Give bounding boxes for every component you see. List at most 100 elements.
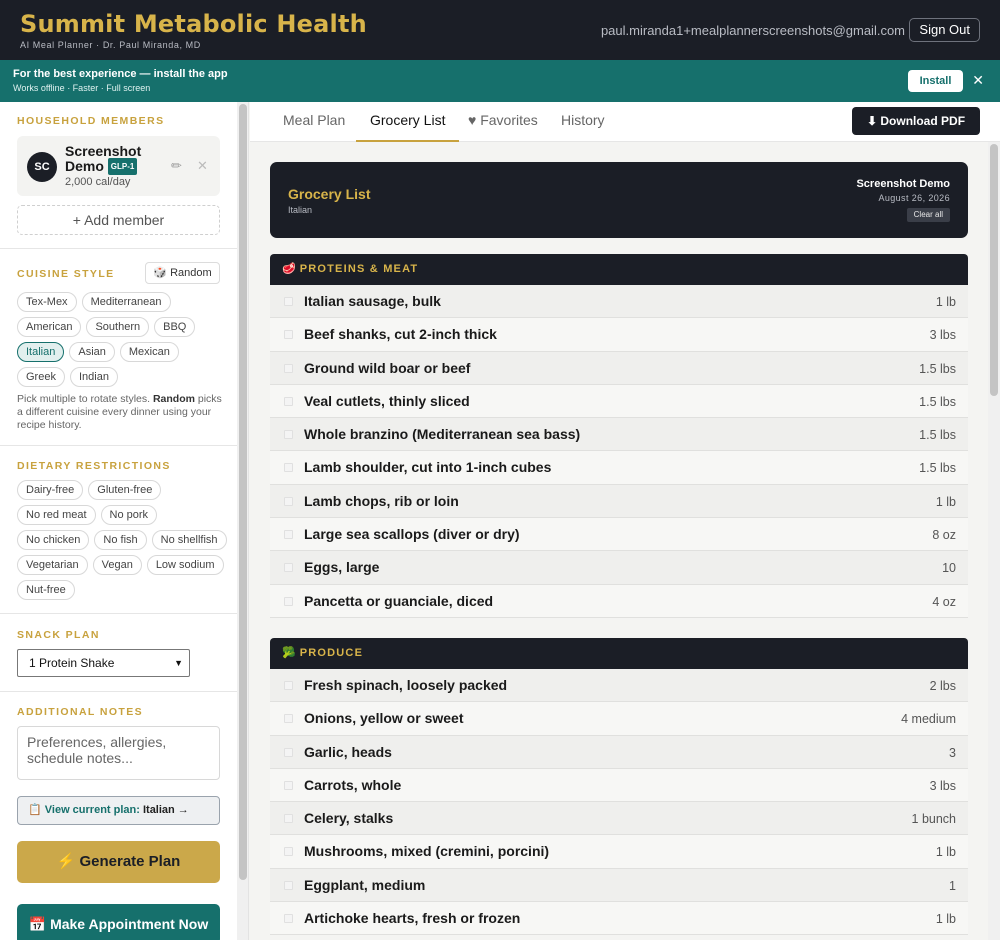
edit-icon[interactable]: ✏	[171, 158, 182, 174]
item-checkbox[interactable]	[284, 496, 293, 506]
tab-favorites[interactable]: ♥ Favorites	[454, 102, 552, 142]
item-name: Lamb shoulder, cut into 1-inch cubes	[304, 459, 552, 476]
grocery-item-row[interactable]: Large sea scallops (diver or dry) 8 oz	[270, 518, 968, 552]
dietary-chip-group: Dairy-free Gluten-free No red meat No pork N…	[17, 480, 229, 600]
item-checkbox[interactable]	[284, 780, 293, 790]
item-checkbox[interactable]	[284, 681, 293, 690]
dietary-chip[interactable]: Low sodium	[146, 555, 224, 575]
item-checkbox[interactable]	[284, 563, 293, 573]
item-name: Garlic, heads	[304, 743, 392, 760]
item-name: Whole branzino (Mediterranean sea bass)	[304, 426, 581, 443]
cuisine-chip[interactable]: Greek	[17, 367, 65, 387]
dietary-chip[interactable]: Nut-free	[17, 580, 75, 600]
item-checkbox[interactable]	[284, 714, 293, 724]
cuisine-hint-pre: Pick multiple to rotate styles.	[17, 393, 153, 405]
item-checkbox[interactable]	[284, 363, 293, 373]
item-checkbox[interactable]	[284, 847, 293, 857]
dietary-chip[interactable]: No red meat	[17, 505, 96, 525]
cuisine-chip[interactable]: Mediterranean	[81, 292, 171, 312]
item-checkbox[interactable]	[284, 463, 293, 473]
snack-plan-select[interactable]: 1 Protein Shake ▼	[17, 649, 190, 677]
grocery-item-row[interactable]: Ground wild boar or beef 1.5 lbs	[270, 351, 968, 385]
grocery-item-row[interactable]: Whole branzino (Mediterranean sea bass) 1…	[270, 418, 968, 452]
item-checkbox[interactable]	[284, 430, 293, 440]
item-checkbox[interactable]	[284, 914, 293, 924]
cuisine-chip[interactable]: Asian	[69, 342, 115, 362]
grocery-item-row[interactable]: Pancetta or guanciale, diced 4 oz	[270, 584, 968, 618]
item-checkbox[interactable]	[284, 814, 293, 824]
random-cuisine-button[interactable]: 🎲 Random	[145, 262, 220, 284]
cuisine-hint: Pick multiple to rotate styles. Random p…	[17, 393, 225, 432]
close-icon[interactable]: ✕	[972, 72, 984, 88]
tab-meal-plan[interactable]: Meal Plan	[269, 102, 359, 142]
generate-plan-button[interactable]: ⚡ Generate Plan	[17, 841, 220, 883]
install-button[interactable]: Install	[908, 70, 963, 92]
clear-all-button[interactable]: Clear all	[906, 208, 950, 222]
item-checkbox[interactable]	[284, 747, 293, 757]
grocery-item-row[interactable]: Mushrooms, mixed (cremini, porcini) 1 lb	[270, 835, 968, 869]
dietary-chip[interactable]: Vegan	[92, 555, 142, 575]
snack-plan-value: 1 Protein Shake	[29, 656, 115, 670]
item-checkbox[interactable]	[284, 880, 293, 890]
cuisine-chip[interactable]: Southern	[86, 317, 150, 337]
cuisine-chip[interactable]: Indian	[69, 367, 118, 387]
dietary-chip[interactable]: Vegetarian	[17, 555, 88, 575]
grocery-item-row[interactable]: Onions, yellow or sweet 4 medium	[270, 702, 968, 736]
sidebar: HOUSEHOLD MEMBERS SC Screenshot Demo GLP…	[0, 102, 237, 940]
grocery-item-row[interactable]: Fresh spinach, loosely packed 2 lbs	[270, 669, 968, 703]
main-scrollbar[interactable]	[988, 142, 1000, 940]
notes-textarea[interactable]: Preferences, allergies, schedule notes..…	[17, 726, 220, 780]
item-quantity: 1 bunch	[911, 812, 956, 827]
grocery-item-row[interactable]: Eggs, large 10	[270, 551, 968, 585]
cuisine-style-title: CUISINE STYLE	[17, 268, 115, 280]
item-checkbox[interactable]	[284, 530, 293, 540]
item-quantity: 1 lb	[935, 845, 956, 860]
main-scrollbar-thumb[interactable]	[990, 144, 998, 396]
grocery-item-row[interactable]: Italian sausage, bulk 1 lb	[270, 285, 968, 319]
item-checkbox[interactable]	[284, 330, 293, 340]
cuisine-chip[interactable]: Tex-Mex	[17, 292, 77, 312]
member-card[interactable]: SC Screenshot Demo GLP-1 2,000 cal/day ✏…	[17, 136, 220, 196]
grocery-item-row[interactable]: Carrots, whole 3 lbs	[270, 768, 968, 803]
dietary-chip[interactable]: No fish	[94, 530, 147, 550]
grocery-item-row[interactable]: Beef shanks, cut 2-inch thick 3 lbs	[270, 318, 968, 352]
grocery-item-list: Fresh spinach, loosely packed 2 lbs Onions…	[270, 669, 968, 936]
grocery-item-row[interactable]: Lamb chops, rib or loin 1 lb	[270, 484, 968, 519]
dietary-chip[interactable]: Gluten-free	[88, 480, 162, 500]
download-pdf-button[interactable]: ⬇ Download PDF	[852, 107, 980, 135]
make-appointment-button[interactable]: 📅 Make Appointment Now	[17, 904, 220, 940]
item-name: Carrots, whole	[304, 776, 402, 793]
item-quantity: 10	[942, 561, 956, 576]
remove-member-icon[interactable]: ✕	[197, 158, 208, 174]
cuisine-chip[interactable]: Italian	[17, 342, 65, 362]
cuisine-chip[interactable]: BBQ	[154, 317, 196, 337]
tab-history[interactable]: History	[547, 102, 619, 142]
item-checkbox[interactable]	[284, 396, 293, 406]
install-banner-subtitle: Works offline · Faster · Full screen	[13, 83, 151, 93]
item-quantity: 4 oz	[932, 594, 956, 609]
item-checkbox[interactable]	[284, 596, 293, 606]
dietary-chip[interactable]: No chicken	[17, 530, 90, 550]
grocery-item-row[interactable]: Lamb shoulder, cut into 1-inch cubes 1.5 …	[270, 451, 968, 485]
cuisine-chip[interactable]: Mexican	[119, 342, 179, 362]
dietary-chip[interactable]: No shellfish	[151, 530, 227, 550]
grocery-item-row[interactable]: Celery, stalks 1 bunch	[270, 802, 968, 836]
sidebar-scrollbar-thumb[interactable]	[239, 104, 247, 880]
grocery-list-date: August 26, 2026	[878, 193, 950, 203]
grocery-item-row[interactable]: Eggplant, medium 1	[270, 868, 968, 903]
dietary-chip[interactable]: Dairy-free	[17, 480, 84, 500]
item-name: Large sea scallops (diver or dry)	[304, 526, 520, 543]
item-name: Celery, stalks	[304, 810, 394, 827]
view-current-plan-link[interactable]: 📋 View current plan: Italian →	[17, 796, 220, 825]
sign-out-button[interactable]: Sign Out	[909, 18, 980, 42]
grocery-item-row[interactable]: Artichoke hearts, fresh or frozen 1 lb	[270, 902, 968, 936]
tab-grocery-list[interactable]: Grocery List	[356, 102, 460, 142]
add-member-button[interactable]: + Add member	[17, 205, 220, 235]
item-checkbox[interactable]	[284, 297, 293, 306]
grocery-list-panel: Grocery List Italian Screenshot Demo Aug…	[250, 142, 988, 940]
cuisine-chip[interactable]: American	[17, 317, 82, 337]
dietary-chip[interactable]: No pork	[100, 505, 158, 525]
grocery-item-row[interactable]: Veal cutlets, thinly sliced 1.5 lbs	[270, 384, 968, 419]
grocery-item-row[interactable]: Garlic, heads 3	[270, 735, 968, 769]
sidebar-scrollbar[interactable]	[237, 102, 249, 940]
